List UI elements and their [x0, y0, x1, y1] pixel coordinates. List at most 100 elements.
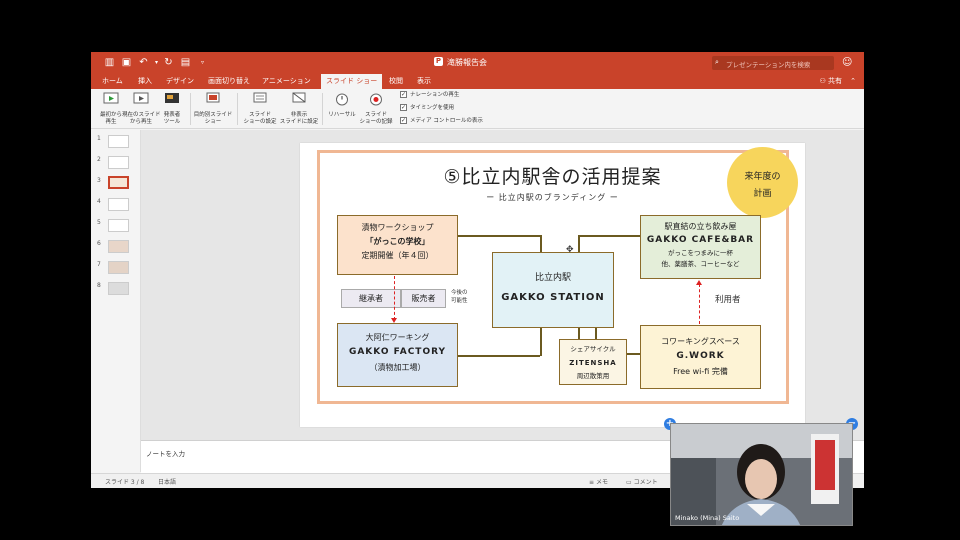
collapse-ribbon-icon[interactable]: ⌃	[850, 74, 856, 89]
slide-thumbnail[interactable]	[108, 135, 129, 148]
box-gakko-factory: 大阿仁ワーキング GAKKO FACTORY （漬物加工場）	[337, 323, 458, 387]
chevron-down-icon[interactable]: ▾	[151, 57, 162, 68]
connector-line	[578, 328, 580, 339]
connector-line	[578, 235, 640, 237]
present-icon[interactable]: ▤	[180, 57, 191, 68]
box-line: 比立内駅	[534, 273, 571, 283]
custom-slideshow-icon	[206, 92, 220, 103]
title-bar: ▥ ▣ ↶ ▾ ↻ ▤ ▿ P 滝勝報告会 ⌕ プレゼンテーション内を検索 ☺	[91, 52, 864, 74]
slide-thumbnail[interactable]	[108, 240, 129, 253]
play-from-start-icon	[103, 92, 119, 104]
box-line: コワーキングスペース	[661, 337, 740, 346]
language-indicator[interactable]: 日本語	[158, 477, 176, 486]
tab-home[interactable]: ホーム	[97, 74, 128, 89]
search-icon: ⌕	[715, 58, 719, 66]
note-line: 今後の	[451, 290, 468, 296]
ribbon-toolbar: 最初から 再生 現在のスライド から再生 発表者 ツール 目的別スライド ショー…	[91, 89, 864, 129]
thumbnail-number: 5	[97, 219, 101, 226]
slide-thumbnail[interactable]	[108, 198, 129, 211]
current-slide[interactable]: ⑤比立内駅舎の活用提案 ー 比立内駅のブランディング ー 来年度の 計画 漬物ワ…	[300, 143, 805, 427]
box-line: GAKKO CAFE&BAR	[646, 235, 755, 245]
box-line: Free wi-fi 完備	[673, 367, 728, 376]
checkbox-label: タイミングを使用	[410, 105, 455, 111]
thumbnail-number: 3	[97, 177, 101, 184]
slide-editor-canvas: ⑤比立内駅舎の活用提案 ー 比立内駅のブランディング ー 来年度の 計画 漬物ワ…	[141, 130, 864, 440]
participant-video[interactable]: Minako (Mina) Saito	[670, 423, 853, 526]
tab-design[interactable]: デザイン	[161, 74, 199, 89]
slide-thumbnail[interactable]	[108, 156, 129, 169]
thumbnail-number: 7	[97, 261, 101, 268]
users-label: 利用者	[715, 295, 741, 305]
box-zitensha: シェアサイクル ZITENSHA 周辺散策用	[559, 339, 627, 385]
note-line: 可能性	[451, 298, 468, 304]
customize-icon[interactable]: ▿	[197, 57, 208, 68]
hide-slide-button[interactable]: 非表示 スライドに設定	[278, 91, 320, 125]
notes-button[interactable]: ≡ メモ	[589, 477, 608, 486]
checkbox-play-narration[interactable]: ✓ ナレーションの再生	[400, 90, 459, 98]
checkbox-label: メディア コントロールの表示	[410, 118, 483, 124]
dashed-arrow-line	[699, 284, 700, 324]
presenter-view-button[interactable]: 発表者 ツール	[158, 91, 186, 125]
tab-insert[interactable]: 挿入	[133, 74, 157, 89]
feedback-smiley-icon[interactable]: ☺	[842, 56, 855, 69]
slideshow-settings-button[interactable]: スライド ショーの設定	[241, 91, 279, 125]
search-input[interactable]: ⌕ プレゼンテーション内を検索	[712, 56, 834, 70]
presenter-view-label: 発表者 ツール	[163, 112, 181, 125]
comments-button[interactable]: ▭ コメント	[626, 477, 658, 486]
search-placeholder: プレゼンテーション内を検索	[726, 61, 811, 69]
custom-slideshow-label: 目的別スライド ショー	[193, 112, 233, 125]
checkbox-use-timings[interactable]: ✓ タイミングを使用	[400, 103, 454, 111]
box-gakko-cafe-bar: 駅直結の立ち飲み屋 GAKKO CAFE&BAR がっこをつまみに一杯 他、薬膳…	[640, 215, 761, 279]
ribbon-separator	[322, 93, 323, 125]
box-line: 駅直結の立ち飲み屋	[664, 222, 737, 231]
share-label: 共有	[828, 77, 842, 85]
connector-line	[578, 235, 580, 252]
undo-icon[interactable]: ↶	[138, 57, 149, 68]
notes-placeholder: ノートを入力	[146, 450, 185, 458]
box-line: 漬物ワークショップ	[361, 223, 434, 232]
slideshow-settings-label: スライド ショーの設定	[243, 112, 277, 125]
ribbon-separator	[237, 93, 238, 125]
play-from-current-label: 現在のスライド から再生	[122, 112, 161, 125]
tag-label: 継承者	[359, 294, 383, 303]
document-title: 滝勝報告会	[447, 58, 487, 67]
record-slideshow-button[interactable]: スライド ショーの記録	[358, 91, 394, 125]
tab-transitions[interactable]: 画面切り替え	[203, 74, 255, 89]
tab-view[interactable]: 表示	[412, 74, 436, 89]
box-g-work: コワーキングスペース G.WORK Free wi-fi 完備	[640, 325, 761, 389]
box-line: 定期開催（年４回）	[361, 251, 434, 260]
share-button[interactable]: ⚇ 共有	[819, 74, 842, 89]
save-icon[interactable]: ▣	[121, 57, 132, 68]
thumbnail-number: 2	[97, 156, 101, 163]
presenter-view-icon	[165, 93, 179, 103]
slide-thumbnail[interactable]	[108, 261, 129, 274]
hide-slide-label: 非表示 スライドに設定	[279, 112, 319, 125]
participant-name: Minako (Mina) Saito	[675, 514, 740, 522]
custom-slideshow-button[interactable]: 目的別スライド ショー	[192, 91, 234, 125]
tab-slideshow[interactable]: スライド ショー	[321, 74, 383, 89]
box-line: （漬物加工場）	[369, 363, 426, 372]
redo-icon[interactable]: ↻	[163, 57, 174, 68]
box-pickle-workshop: 漬物ワークショップ 「がっこの学校」 定期開催（年４回）	[337, 215, 458, 275]
play-from-current-button[interactable]: 現在のスライド から再生	[122, 91, 161, 125]
thumbnail-number: 8	[97, 282, 101, 289]
checkmark-icon: ✓	[400, 116, 407, 124]
sidebar-icon[interactable]: ▥	[104, 57, 115, 68]
slide-thumbnails-pane: 1 2 3 4 5 6 7 8	[91, 130, 141, 472]
slide-thumbnail[interactable]	[108, 219, 129, 232]
tag-label: 販売者	[411, 294, 436, 303]
future-possibility-note: 今後の 可能性	[451, 289, 468, 305]
connector-line	[540, 235, 542, 252]
person-add-icon: ⚇	[819, 77, 828, 85]
tab-animations[interactable]: アニメーション	[257, 74, 316, 89]
thumbnail-number: 6	[97, 240, 101, 247]
slide-thumbnail-selected[interactable]	[108, 176, 129, 189]
connector-line	[458, 235, 540, 237]
rehearse-button[interactable]: リハーサル	[326, 91, 358, 119]
box-line: G.WORK	[676, 351, 725, 361]
box-line: 「がっこの学校」	[365, 237, 430, 246]
checkbox-media-controls[interactable]: ✓ メディア コントロールの表示	[400, 116, 483, 124]
record-slideshow-label: スライド ショーの記録	[359, 112, 393, 125]
tab-review[interactable]: 校閲	[384, 74, 408, 89]
slide-thumbnail[interactable]	[108, 282, 129, 295]
